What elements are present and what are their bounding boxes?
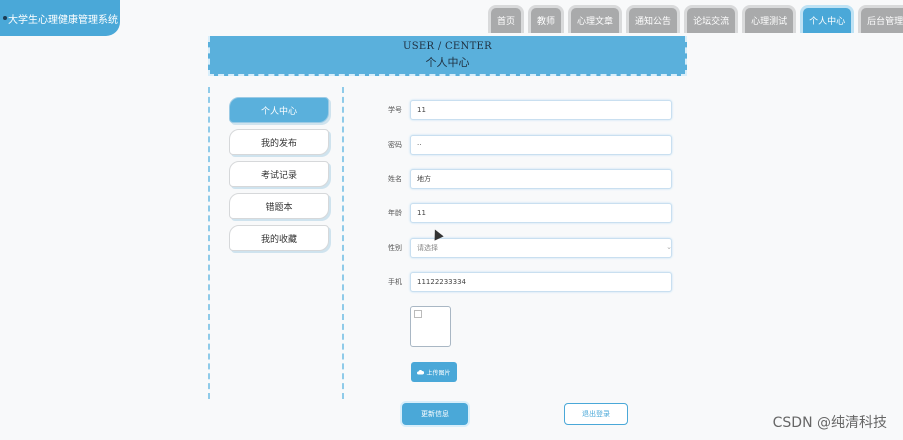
- top-nav: 首页 教师 心理文章 通知公告 论坛交流 心理测试 个人中心 后台管理: [488, 5, 903, 33]
- student-id-field[interactable]: 11: [410, 100, 672, 120]
- form-row-name: 姓名 地方: [388, 169, 678, 189]
- side-menu: 个人中心 我的发布 考试记录 错题本 我的收藏: [229, 97, 329, 257]
- form-row-age: 年龄 11: [388, 203, 678, 223]
- tab-psych-test[interactable]: 心理测试: [742, 5, 797, 33]
- tab-forum[interactable]: 论坛交流: [684, 5, 739, 33]
- avatar-image[interactable]: [410, 306, 451, 347]
- cloud-upload-icon: [417, 369, 425, 375]
- name-field[interactable]: 地方: [410, 169, 672, 189]
- field-label: 姓名: [388, 175, 402, 183]
- gender-select[interactable]: 请选择: [410, 238, 672, 258]
- upload-image-button[interactable]: 上传图片: [411, 362, 457, 382]
- age-field[interactable]: 11: [410, 203, 672, 223]
- divider-left: [208, 87, 210, 399]
- page-title-en: USER / CENTER: [403, 40, 492, 52]
- menu-item-wrong-questions[interactable]: 错题本: [229, 193, 329, 219]
- divider-right: [342, 87, 344, 399]
- form-row-password: 密码 ··: [388, 135, 678, 155]
- tab-notices[interactable]: 通知公告: [626, 5, 681, 33]
- menu-item-exam-records[interactable]: 考试记录: [229, 161, 329, 187]
- tab-admin[interactable]: 后台管理: [858, 5, 903, 33]
- logout-button[interactable]: 退出登录: [564, 403, 628, 425]
- form-row-gender: 性别 请选择 ⌄: [388, 238, 678, 258]
- password-field[interactable]: ··: [410, 135, 672, 155]
- page: 大学生心理健康管理系统 首页 教师 心理文章 通知公告 论坛交流 心理测试 个人…: [0, 0, 903, 440]
- watermark: CSDN @纯清科技: [772, 415, 887, 431]
- form-row-student-id: 学号 11: [388, 100, 678, 120]
- field-label: 密码: [388, 141, 402, 149]
- logo-dot-icon: [3, 16, 7, 20]
- tab-home[interactable]: 首页: [488, 5, 525, 33]
- form-row-phone: 手机 11122233334: [388, 272, 678, 292]
- tab-articles[interactable]: 心理文章: [568, 5, 623, 33]
- upload-button-label: 上传图片: [426, 369, 451, 377]
- app-title: 大学生心理健康管理系统: [8, 14, 118, 26]
- field-label: 性别: [388, 244, 402, 252]
- chevron-down-icon: ⌄: [666, 243, 672, 251]
- app-logo[interactable]: 大学生心理健康管理系统: [0, 0, 120, 36]
- page-header: USER / CENTER 个人中心: [208, 36, 687, 76]
- update-info-button[interactable]: 更新信息: [402, 403, 468, 425]
- phone-field[interactable]: 11122233334: [410, 272, 672, 292]
- tab-teachers[interactable]: 教师: [528, 5, 565, 33]
- page-title: 个人中心: [425, 55, 470, 69]
- menu-item-my-posts[interactable]: 我的发布: [229, 129, 329, 155]
- field-label: 学号: [388, 106, 402, 114]
- menu-item-favorites[interactable]: 我的收藏: [229, 225, 329, 251]
- gender-select-value: 请选择: [417, 244, 438, 252]
- field-label: 手机: [388, 278, 402, 286]
- field-label: 年龄: [388, 209, 402, 217]
- tab-user-center[interactable]: 个人中心: [800, 5, 855, 33]
- broken-image-icon: [414, 310, 422, 318]
- menu-item-user-center[interactable]: 个人中心: [229, 97, 329, 123]
